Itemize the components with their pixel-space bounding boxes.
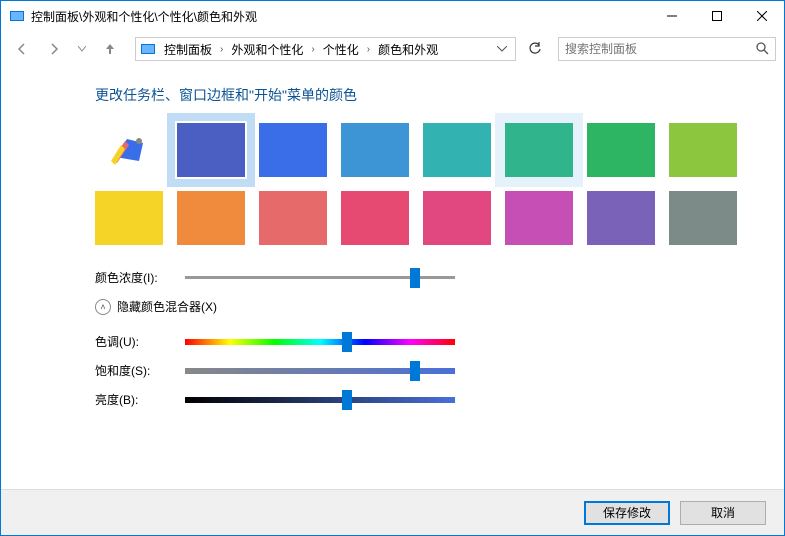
nav-back-button[interactable] (9, 36, 35, 62)
window: 控制面板\外观和个性化\个性化\颜色和外观 控制面板 › 外观和个性化 › (0, 0, 785, 536)
color-swatch-1[interactable] (177, 123, 245, 177)
color-swatch-grid (95, 123, 755, 245)
color-swatch-4[interactable] (423, 123, 491, 177)
addressbar-dropdown[interactable] (493, 38, 511, 60)
color-swatch-8[interactable] (95, 191, 163, 245)
nav-forward-button[interactable] (41, 36, 67, 62)
mixer-toggle[interactable]: ˄ 隐藏颜色混合器(X) (95, 298, 756, 315)
breadcrumb-sep-icon: › (311, 44, 314, 55)
content-area: 更改任务栏、窗口边框和"开始"菜单的颜色 颜色浓度(I): ˄ 隐藏颜色混合器(… (1, 67, 784, 489)
window-title: 控制面板\外观和个性化\个性化\颜色和外观 (31, 8, 649, 25)
nav-recent-dropdown[interactable] (73, 38, 91, 60)
color-swatch-15[interactable] (669, 191, 737, 245)
color-swatch-6[interactable] (587, 123, 655, 177)
hue-row: 色调(U): (95, 333, 756, 350)
breadcrumb-1[interactable]: 外观和个性化 (227, 39, 307, 60)
addressbar-icon (140, 41, 156, 57)
maximize-button[interactable] (694, 1, 739, 31)
breadcrumb-2[interactable]: 个性化 (319, 39, 363, 60)
intensity-slider[interactable] (185, 276, 455, 279)
breadcrumb-0[interactable]: 控制面板 (160, 39, 216, 60)
titlebar: 控制面板\外观和个性化\个性化\颜色和外观 (1, 1, 784, 31)
auto-color-icon (109, 133, 149, 167)
hue-slider[interactable] (185, 339, 455, 345)
breadcrumb-3[interactable]: 颜色和外观 (374, 39, 442, 60)
saturation-slider[interactable] (185, 368, 455, 374)
saturation-row: 饱和度(S): (95, 362, 756, 379)
intensity-label: 颜色浓度(I): (95, 269, 185, 286)
chevron-up-icon: ˄ (95, 299, 111, 315)
mixer-toggle-label: 隐藏颜色混合器(X) (117, 298, 217, 315)
color-swatch-13[interactable] (505, 191, 573, 245)
nav-up-button[interactable] (97, 36, 123, 62)
color-swatch-12[interactable] (423, 191, 491, 245)
footer: 保存修改 取消 (1, 489, 784, 535)
brightness-thumb[interactable] (342, 390, 352, 410)
color-swatch-auto[interactable] (95, 123, 163, 177)
search-icon[interactable] (755, 41, 769, 58)
color-swatch-11[interactable] (341, 191, 409, 245)
close-button[interactable] (739, 1, 784, 31)
breadcrumb-sep-icon: › (220, 44, 223, 55)
addressbar[interactable]: 控制面板 › 外观和个性化 › 个性化 › 颜色和外观 (135, 37, 516, 61)
color-swatch-3[interactable] (341, 123, 409, 177)
navbar: 控制面板 › 外观和个性化 › 个性化 › 颜色和外观 (1, 31, 784, 67)
search-box[interactable] (558, 37, 776, 61)
color-swatch-9[interactable] (177, 191, 245, 245)
saturation-label: 饱和度(S): (95, 362, 185, 379)
saturation-thumb[interactable] (410, 361, 420, 381)
brightness-slider[interactable] (185, 397, 455, 403)
save-button[interactable]: 保存修改 (584, 501, 670, 525)
search-input[interactable] (565, 42, 755, 56)
intensity-thumb[interactable] (410, 268, 420, 288)
breadcrumb-sep-icon: › (367, 44, 370, 55)
refresh-button[interactable] (524, 38, 546, 60)
color-swatch-7[interactable] (669, 123, 737, 177)
color-swatch-2[interactable] (259, 123, 327, 177)
color-swatch-5[interactable] (505, 123, 573, 177)
page-heading: 更改任务栏、窗口边框和"开始"菜单的颜色 (95, 85, 756, 105)
hue-label: 色调(U): (95, 333, 185, 350)
intensity-row: 颜色浓度(I): (95, 269, 756, 286)
color-swatch-10[interactable] (259, 191, 327, 245)
hue-thumb[interactable] (342, 332, 352, 352)
window-controls (649, 1, 784, 31)
minimize-button[interactable] (649, 1, 694, 31)
brightness-label: 亮度(B): (95, 391, 185, 408)
brightness-row: 亮度(B): (95, 391, 756, 408)
color-swatch-14[interactable] (587, 191, 655, 245)
app-icon (9, 8, 25, 24)
cancel-button[interactable]: 取消 (680, 501, 766, 525)
